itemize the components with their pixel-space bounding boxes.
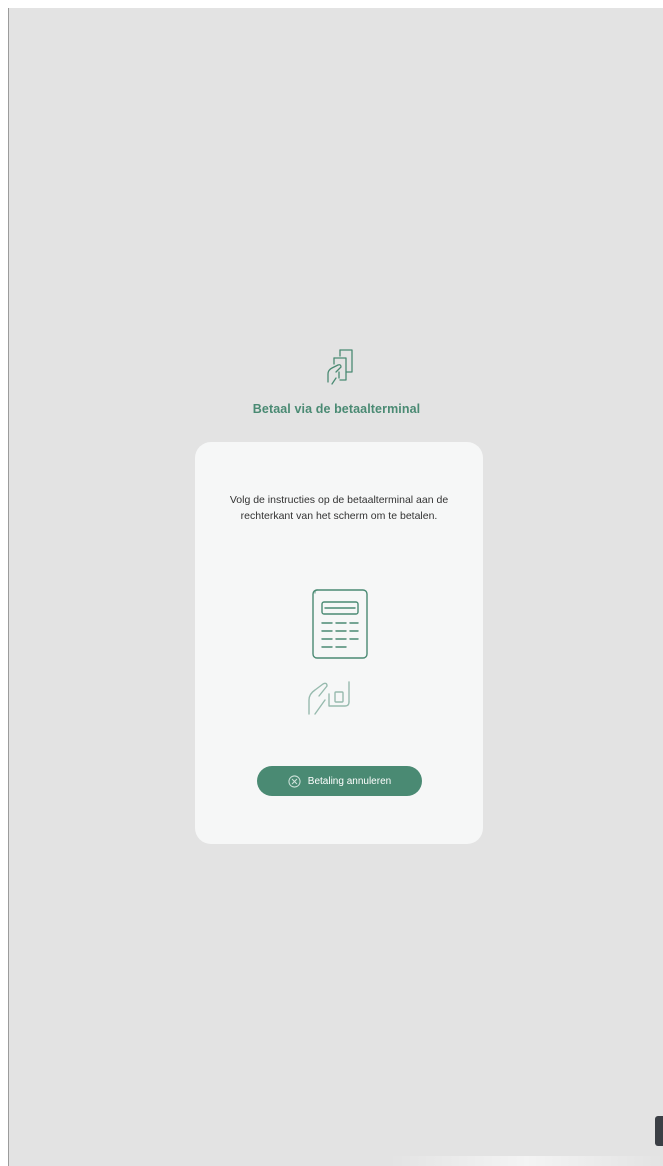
close-circle-icon <box>288 774 301 788</box>
card-payment-icon <box>327 349 353 385</box>
payment-card: Volg de instructies op de betaalterminal… <box>195 442 483 844</box>
page-title: Betaal via de betaalterminal <box>252 402 421 416</box>
payment-terminal-icon <box>308 589 368 715</box>
corner-tab[interactable] <box>655 1116 663 1146</box>
kiosk-screen: Betaal via de betaalterminal Volg de ins… <box>8 8 663 1166</box>
cancel-payment-label: Betaling annuleren <box>307 775 392 787</box>
cancel-payment-button[interactable]: Betaling annuleren <box>257 766 422 796</box>
window-edge <box>0 0 8 1166</box>
bottom-shade <box>389 1156 663 1166</box>
instructions-text: Volg de instructies op de betaalterminal… <box>229 494 449 522</box>
